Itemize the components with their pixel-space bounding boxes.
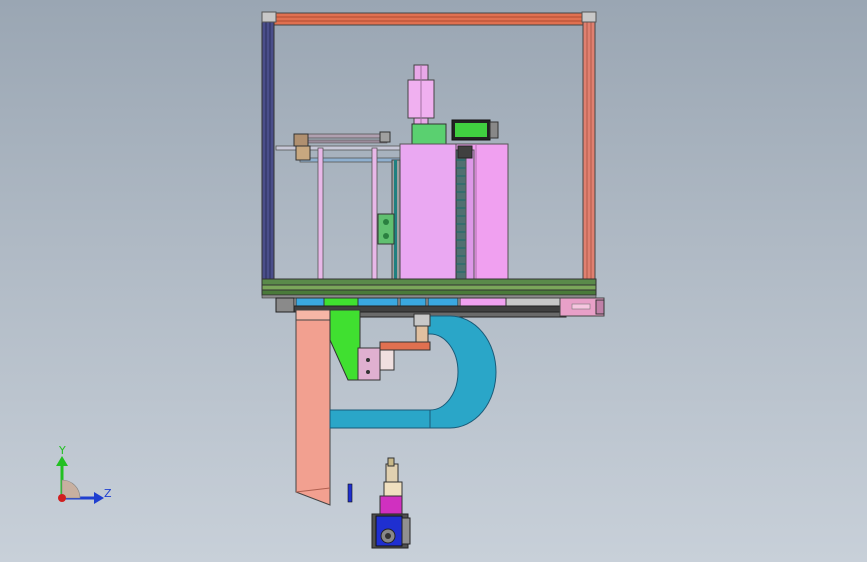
- sensor-block: [377, 213, 395, 245]
- assembly-drawing: Y Z: [56, 11, 605, 549]
- axis-y-label: Y: [58, 444, 66, 457]
- motor-unit: [371, 457, 411, 549]
- orientation-triad: Y Z: [56, 444, 112, 504]
- base-plate: [261, 278, 597, 299]
- frame-left-post: [261, 17, 275, 284]
- controller-box: [411, 123, 447, 145]
- marker-bar: [347, 483, 353, 503]
- main-housing: [391, 143, 509, 283]
- cad-viewport[interactable]: Y Z: [0, 0, 867, 562]
- axis-z-label: Z: [104, 487, 112, 500]
- frame-right-post: [582, 17, 596, 284]
- pink-slider: [559, 297, 605, 317]
- frame-top-beam: [261, 12, 595, 26]
- lcd-display: [451, 119, 499, 141]
- gripper-cylinder: [357, 313, 431, 381]
- green-bracket: [329, 309, 361, 381]
